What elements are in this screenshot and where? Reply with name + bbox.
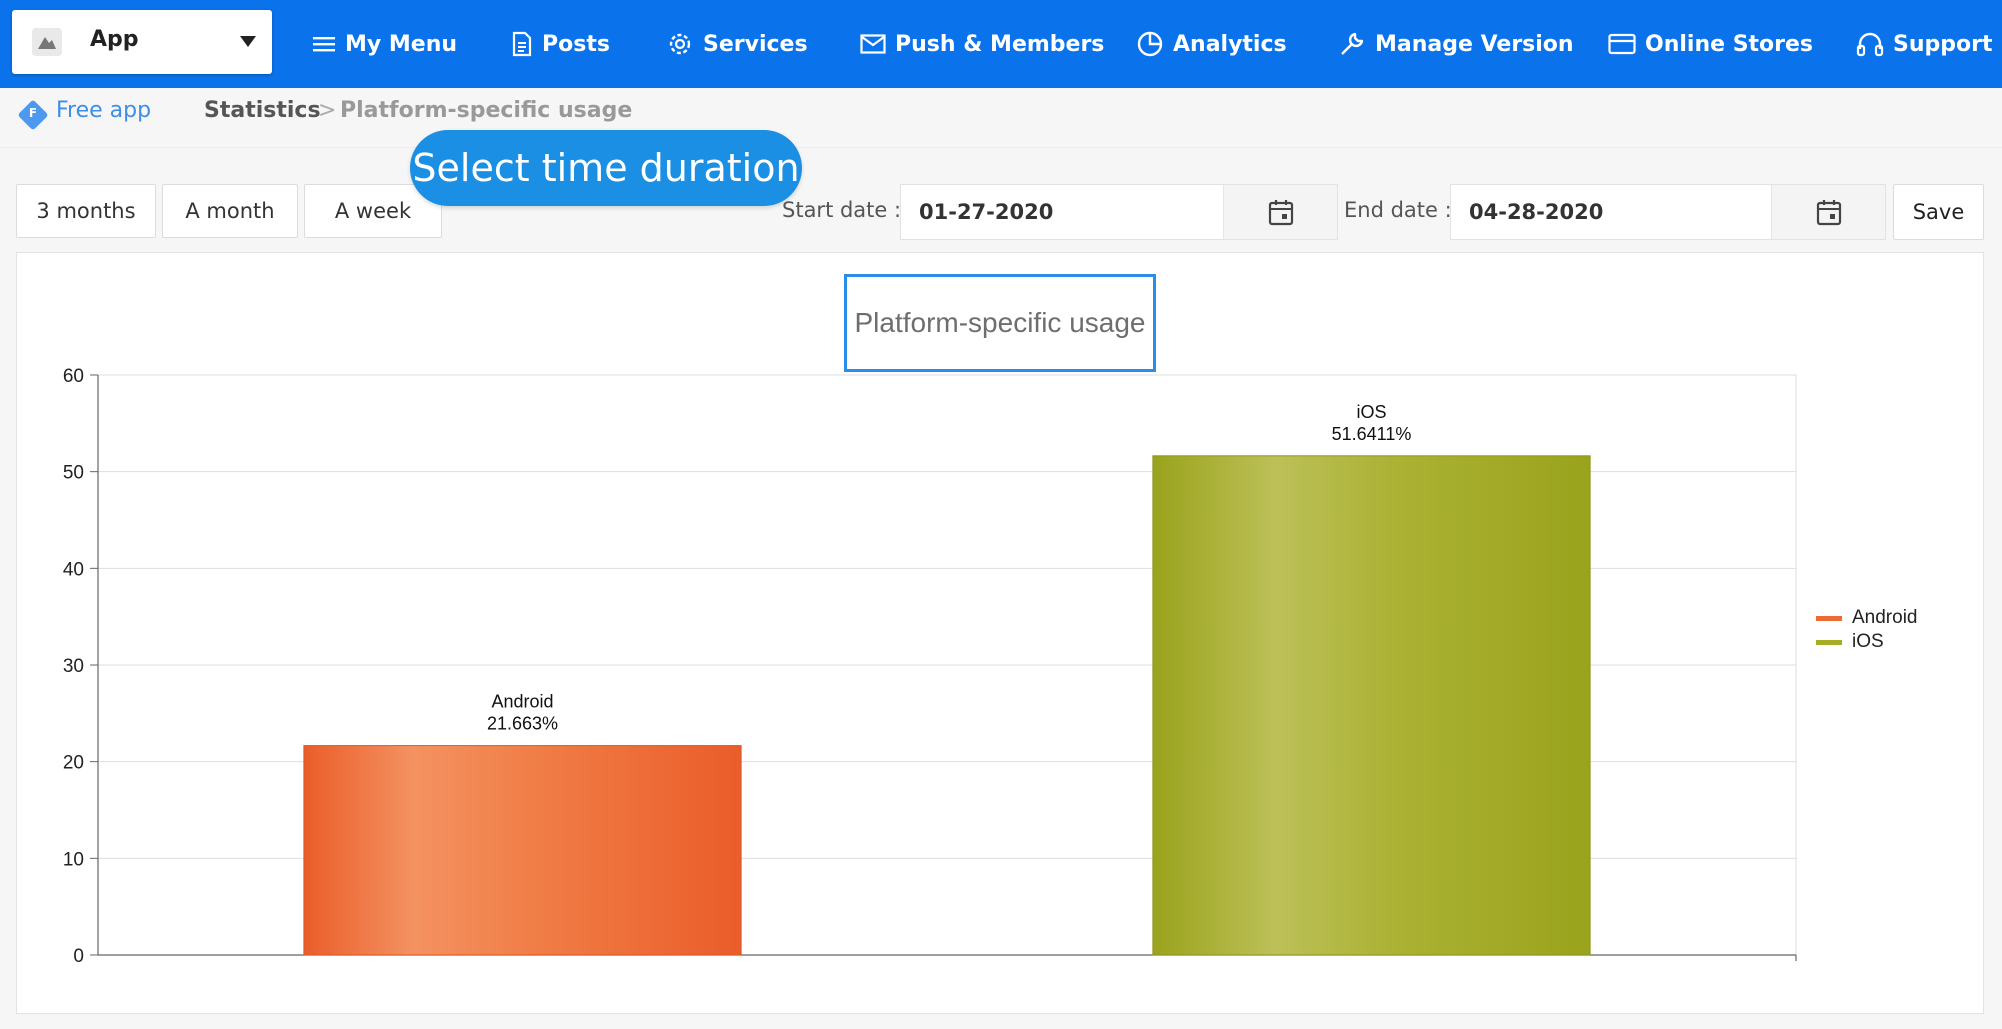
bar-ios — [1152, 455, 1591, 956]
legend-swatch — [1816, 639, 1842, 645]
legend-label: Android — [1852, 607, 1918, 628]
y-tick-label: 60 — [63, 366, 84, 387]
y-tick-label: 10 — [63, 849, 84, 870]
y-tick-label: 50 — [63, 463, 84, 484]
legend-item[interactable]: iOS — [1816, 630, 1918, 654]
bar-category-label: Android — [491, 692, 553, 712]
chart-legend: Android iOS — [1816, 606, 1918, 654]
bar-value-label: 21.663% — [487, 714, 558, 734]
y-tick-label: 40 — [63, 559, 84, 580]
y-tick-label: 30 — [63, 656, 84, 677]
legend-swatch — [1816, 615, 1842, 621]
legend-label: iOS — [1852, 631, 1884, 652]
legend-item[interactable]: Android — [1816, 606, 1918, 630]
y-tick-label: 20 — [63, 753, 84, 774]
bar-category-label: iOS — [1356, 402, 1386, 422]
chart-title: Platform-specific usage — [844, 274, 1156, 372]
bar-android — [303, 745, 742, 956]
bar-value-label: 51.6411% — [1332, 424, 1412, 444]
y-tick-label: 0 — [73, 946, 84, 967]
platform-usage-chart: 0 10 20 30 40 50 60 Android21.663% iOS51.6411% — [63, 366, 1797, 967]
